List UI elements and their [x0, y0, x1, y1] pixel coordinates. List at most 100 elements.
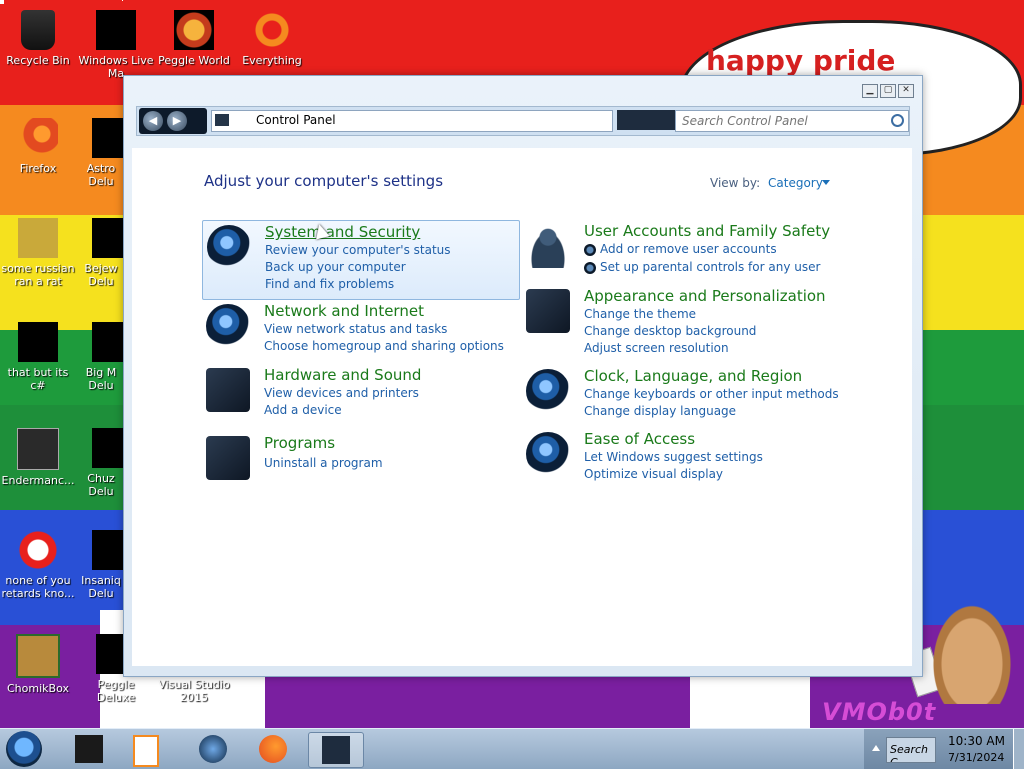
category-system-security[interactable]: System and Security Review your computer… — [202, 220, 520, 300]
link-network-status[interactable]: View network status and tasks — [264, 322, 447, 336]
search-input[interactable] — [680, 112, 884, 130]
category-title[interactable]: User Accounts and Family Safety — [584, 222, 830, 240]
category-title[interactable]: Hardware and Sound — [264, 366, 421, 384]
desktop-icon-peggle-world[interactable]: Peggle World — [156, 10, 232, 67]
start-button[interactable] — [6, 731, 42, 767]
windows-live-icon — [96, 10, 136, 50]
category-title[interactable]: System and Security — [265, 223, 420, 241]
document-icon — [18, 218, 58, 258]
category-appearance[interactable]: Appearance and Personalization Change th… — [522, 285, 852, 355]
category-title[interactable]: Programs — [264, 434, 335, 452]
category-title[interactable]: Ease of Access — [584, 430, 695, 448]
link-uninstall[interactable]: Uninstall a program — [264, 456, 383, 470]
desktop-icon-label: Peggle World — [158, 54, 230, 67]
category-hardware-sound[interactable]: Hardware and Sound View devices and prin… — [202, 364, 518, 428]
taskbar-item-ie[interactable] — [186, 732, 240, 766]
globe-icon — [199, 735, 227, 763]
desktop-icon-label: Insaniq Delu — [81, 574, 121, 600]
search-box[interactable] — [675, 110, 909, 132]
link-devices-printers[interactable]: View devices and printers — [264, 386, 419, 400]
firefox-icon — [18, 118, 58, 158]
system-tray: Search C 10:30 AM 7/31/2024 — [864, 729, 1024, 769]
category-ease-of-access[interactable]: Ease of Access Let Windows suggest setti… — [522, 428, 852, 488]
show-hidden-icons-icon[interactable] — [872, 745, 880, 751]
control-panel-content: Adjust your computer's settings View by:… — [132, 148, 912, 666]
breadcrumb-control-panel[interactable]: Control Panel — [256, 113, 336, 127]
desktop-icon-none-of-you[interactable]: none of you retards kno... — [0, 530, 76, 600]
desktop-icon-chuz[interactable]: Chuz Delu — [78, 428, 124, 498]
desktop-shape — [690, 675, 810, 728]
desktop-icon-recycle-bin[interactable]: Recycle Bin — [0, 10, 76, 67]
close-button[interactable]: ✕ — [898, 84, 914, 98]
desktop-icon-firefox[interactable]: Firefox — [0, 118, 76, 175]
link-add-device[interactable]: Add a device — [264, 403, 342, 417]
link-suggest-settings[interactable]: Let Windows suggest settings — [584, 450, 763, 464]
desktop-icon-chomikbox[interactable]: ChomikBox — [0, 634, 76, 695]
desktop-icon-label: Visual Studio 2015 — [158, 678, 230, 704]
desktop-icon-big-m[interactable]: Big M Delu — [78, 322, 124, 392]
monitor-icon — [526, 289, 570, 333]
desktop-icon-bejeweled[interactable]: Bejew Delu — [78, 218, 124, 288]
desktop-icon-csharp[interactable]: that but its c# — [0, 322, 76, 392]
page-title: Adjust your computer's settings — [204, 172, 444, 190]
back-button[interactable]: ◀ — [143, 111, 163, 131]
game-icon — [92, 530, 124, 570]
taskbar-item-explorer[interactable] — [62, 732, 116, 766]
link-optimize-display[interactable]: Optimize visual display — [584, 467, 723, 481]
link-find-fix[interactable]: Find and fix problems — [265, 277, 394, 291]
link-homegroup[interactable]: Choose homegroup and sharing options — [264, 339, 504, 353]
desktop-icon-label: Peggle Deluxe — [96, 678, 136, 704]
maximize-button[interactable]: ▢ — [880, 84, 896, 98]
clock-time[interactable]: 10:30 AM — [948, 734, 1005, 748]
folder-icon — [75, 735, 103, 763]
category-clock-language[interactable]: Clock, Language, and Region Change keybo… — [522, 365, 852, 425]
desktop-icon-astro[interactable]: Astro Delu — [78, 118, 124, 188]
desktop-icon-label: Endermanc... — [1, 474, 75, 487]
show-desktop-button[interactable] — [1013, 729, 1024, 769]
breadcrumb[interactable]: Control Panel — [211, 110, 613, 132]
minimize-button[interactable]: ▁ — [862, 84, 878, 98]
desktop-icon-everything[interactable]: Everything — [234, 10, 310, 67]
printer-icon — [206, 368, 250, 412]
desktop-icon-russian-rat[interactable]: some russian ran a rat — [0, 218, 76, 288]
link-desktop-background[interactable]: Change desktop background — [584, 324, 756, 338]
shield-small-icon — [584, 244, 596, 256]
link-parental-controls[interactable]: Set up parental controls for any user — [600, 260, 820, 274]
desktop-icon-label: Bejew Delu — [84, 262, 118, 288]
desktop-icon-label: Firefox — [19, 162, 57, 175]
control-panel-window[interactable]: ▁ ▢ ✕ ◀ ▶ Control Panel Adjust your comp… — [123, 75, 923, 677]
desktop-icon-label: that but its c# — [7, 366, 69, 392]
navigation-buttons: ◀ ▶ — [139, 108, 207, 134]
link-keyboards[interactable]: Change keyboards or other input methods — [584, 387, 839, 401]
desktop-icon-insaniq[interactable]: Insaniq Delu — [78, 530, 124, 600]
chevron-down-icon[interactable] — [822, 180, 830, 185]
category-programs[interactable]: Programs Uninstall a program — [202, 432, 518, 482]
chomikbox-icon — [16, 634, 60, 678]
view-by-dropdown[interactable]: Category — [768, 176, 823, 190]
desktop-icon-endermanch[interactable]: Endermanc... — [0, 428, 76, 487]
tray-search[interactable]: Search C — [886, 737, 936, 763]
link-add-remove-users[interactable]: Add or remove user accounts — [600, 242, 777, 256]
link-change-theme[interactable]: Change the theme — [584, 307, 696, 321]
category-title[interactable]: Appearance and Personalization — [584, 287, 826, 305]
ease-of-access-icon — [526, 432, 570, 476]
forward-button[interactable]: ▶ — [167, 111, 187, 131]
link-screen-resolution[interactable]: Adjust screen resolution — [584, 341, 729, 355]
link-review-status[interactable]: Review your computer's status — [265, 243, 451, 257]
taskbar-item-control-panel[interactable] — [308, 732, 364, 768]
clock-date[interactable]: 7/31/2024 — [948, 751, 1004, 764]
link-display-language[interactable]: Change display language — [584, 404, 736, 418]
desktop-icon-windows-live[interactable]: Windows Live Ma — [78, 10, 154, 80]
desktop-icon-label: Astro Delu — [86, 162, 116, 188]
taskbar-item-media[interactable] — [120, 732, 174, 767]
category-network-internet[interactable]: Network and Internet View network status… — [202, 300, 518, 364]
category-user-accounts[interactable]: User Accounts and Family Safety Add or r… — [522, 220, 852, 284]
category-title[interactable]: Clock, Language, and Region — [584, 367, 802, 385]
link-back-up[interactable]: Back up your computer — [265, 260, 406, 274]
category-title[interactable]: Network and Internet — [264, 302, 424, 320]
clock-globe-icon — [526, 369, 570, 413]
refresh-button[interactable] — [617, 110, 675, 130]
taskbar-item-firefox[interactable] — [246, 732, 300, 766]
search-icon[interactable] — [891, 114, 904, 127]
watermark-text: VMOb0t — [822, 698, 937, 726]
